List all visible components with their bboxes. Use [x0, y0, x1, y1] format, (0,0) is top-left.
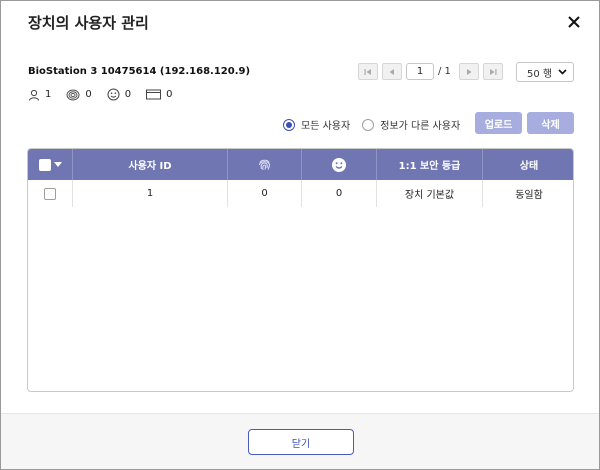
column-security-level[interactable]: 1:1 보안 등급 — [377, 149, 483, 180]
page-number-input[interactable]: 1 — [406, 63, 434, 80]
device-counts: 1 0 0 0 — [28, 88, 188, 101]
row-select-cell — [28, 180, 73, 207]
last-page-icon — [489, 68, 497, 75]
dialog-title: 장치의 사용자 관리 — [28, 14, 149, 32]
card-count-value: 0 — [166, 89, 173, 100]
delete-button[interactable]: 삭제 — [527, 112, 574, 134]
fingerprint-count: 0 — [66, 89, 92, 101]
filter-all-users-label: 모든 사용자 — [301, 121, 351, 132]
fingerprint-count-value: 0 — [85, 89, 92, 100]
column-status[interactable]: 상태 — [483, 149, 573, 180]
row-checkbox[interactable] — [44, 187, 56, 200]
face-icon — [332, 157, 346, 172]
first-page-icon — [364, 68, 371, 75]
table-row[interactable]: 1 0 0 장치 기본값 동일함 — [28, 180, 573, 207]
close-button[interactable]: 닫기 — [248, 429, 354, 455]
device-name: BioStation 3 10475614 (192.168.120.9) — [28, 66, 251, 77]
last-page-button[interactable] — [482, 63, 503, 80]
chevron-down-icon — [558, 69, 567, 75]
cell-security-level: 장치 기본값 — [377, 180, 483, 207]
user-filter: 모든 사용자 정보가 다른 사용자 — [283, 117, 472, 132]
close-icon[interactable] — [563, 11, 585, 33]
face-count-value: 0 — [124, 89, 132, 100]
face-icon — [107, 88, 120, 101]
user-count: 1 — [28, 89, 51, 101]
face-count: 0 — [107, 88, 131, 101]
users-table: 사용자 ID 1:1 보안 등급 상태 1 0 0 장치 기본값 동일함 — [27, 148, 574, 392]
card-icon — [146, 89, 162, 100]
prev-page-button[interactable] — [382, 63, 402, 80]
user-icon — [29, 89, 39, 101]
fingerprint-icon — [258, 159, 271, 171]
select-all-column[interactable] — [28, 149, 73, 180]
user-count-value: 1 — [45, 89, 52, 100]
column-fingerprint[interactable] — [228, 149, 302, 180]
fingerprint-icon — [66, 89, 80, 100]
caret-down-icon[interactable] — [53, 162, 62, 167]
select-all-checkbox[interactable] — [38, 158, 51, 171]
cell-status: 동일함 — [515, 190, 543, 201]
cell-faces: 0 — [302, 180, 377, 207]
pagination: 1 / 1 — [358, 63, 507, 80]
radio-all-users[interactable] — [283, 118, 295, 131]
cell-fingerprints: 0 — [228, 180, 302, 207]
page-size-select[interactable]: 50 행 — [516, 62, 574, 82]
filter-different-users-label: 정보가 다른 사용자 — [380, 121, 461, 132]
total-pages: / 1 — [438, 66, 451, 77]
dialog-footer: 닫기 — [1, 413, 599, 469]
filter-different-users[interactable]: 정보가 다른 사용자 — [362, 117, 460, 132]
next-page-icon — [466, 68, 472, 75]
page-size-value: 50 행 — [527, 68, 553, 80]
cell-user-id: 1 — [73, 180, 228, 207]
card-count: 0 — [146, 89, 173, 100]
next-page-button[interactable] — [458, 63, 479, 80]
first-page-button[interactable] — [358, 63, 378, 80]
filter-all-users[interactable]: 모든 사용자 — [283, 117, 350, 132]
table-header: 사용자 ID 1:1 보안 등급 상태 — [28, 149, 573, 180]
column-user-id[interactable]: 사용자 ID — [73, 149, 228, 180]
prev-page-icon — [389, 68, 394, 75]
user-management-dialog: 장치의 사용자 관리 BioStation 3 10475614 (192.16… — [0, 0, 600, 470]
column-face[interactable] — [302, 149, 377, 180]
upload-button[interactable]: 업로드 — [475, 112, 522, 134]
radio-different-users[interactable] — [362, 118, 375, 131]
